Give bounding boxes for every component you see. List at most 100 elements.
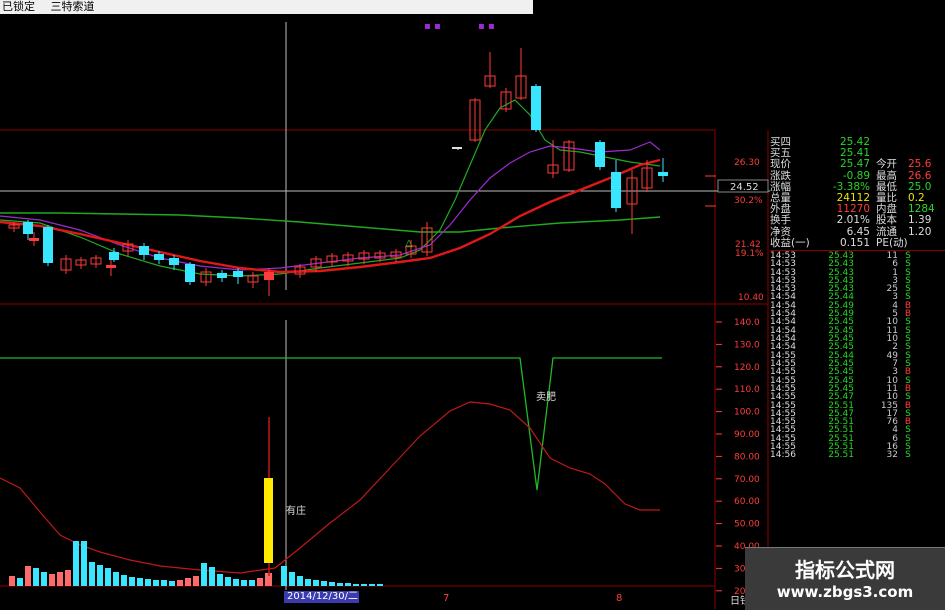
quote-value: 1284 [908, 204, 934, 216]
quote-value [908, 238, 934, 249]
indicator-axis-label: 60.00 [734, 497, 760, 507]
indicator-signal-line [0, 357, 662, 491]
candle [247, 272, 259, 288]
quote-row: 换手 2.01% 股本 1.39 [770, 215, 945, 226]
indicator-red-line [0, 401, 660, 574]
tick-row: 14:55 25.45 10 S [770, 376, 945, 385]
quote-value: 25.0 [908, 181, 932, 193]
ma-red [0, 158, 661, 274]
quote-label: 净资 [770, 225, 791, 238]
tick-row: 14:55 25.51 16 S [770, 442, 945, 451]
candle [60, 255, 72, 274]
ma-purple [0, 141, 661, 271]
tick-price: 25.51 [828, 450, 854, 461]
candle [531, 84, 541, 132]
indicator-axis-label: 130.0 [734, 340, 760, 350]
candle [23, 220, 33, 240]
tick-side: S [905, 450, 911, 461]
quote-value: 0.2 [908, 192, 925, 204]
tick-row: 14:55 25.47 10 S [770, 393, 945, 402]
indicator-axis-label: 110.0 [734, 385, 760, 395]
tick-row: 14:55 25.51 6 S [770, 434, 945, 443]
price-label: 10.40 [738, 293, 764, 303]
quote-value: 25.47 [839, 158, 870, 171]
sell-annotation: 卖肥 [536, 391, 556, 403]
candlesticks [8, 48, 668, 296]
indicator-axis-label: 70.00 [734, 475, 760, 485]
ma-green-fast [0, 99, 661, 277]
candle [43, 225, 53, 266]
candle [122, 240, 134, 256]
candle [658, 158, 668, 182]
tick-volume: 32 [886, 450, 898, 461]
tick-row: 14:53 25.43 6 S [770, 260, 945, 269]
indicator-axis-label: 50.00 [734, 520, 760, 530]
quote-value: 1.39 [908, 215, 932, 227]
quote-value: 25.6 [908, 159, 932, 171]
candle [452, 147, 462, 150]
volume-bars [9, 541, 383, 586]
arrow-marker: △ [405, 238, 413, 249]
quote-row: 现价 25.47 今开 25.6 [770, 159, 945, 170]
watermark: 指标公式网 www.zbgs3.com [745, 547, 945, 610]
price-label: 26.30 [734, 158, 760, 168]
indicator-axis-label: 120.0 [734, 363, 760, 373]
tick-row: 14:55 25.45 11 B [770, 384, 945, 393]
quote-value: 26.6 [908, 170, 932, 182]
quote-label: 流通 [876, 225, 897, 238]
tick-time: 14:56 [770, 450, 796, 461]
pct-label: 30.2% [734, 196, 763, 206]
candle [75, 257, 87, 269]
signal-bar-yellow [264, 478, 273, 563]
tick-row: 14:55 25.44 49 S [770, 351, 945, 360]
locked-label[interactable]: 已锁定 [2, 0, 35, 13]
quote-label: 现价 [770, 158, 791, 171]
date-readout: 2014/12/30/二 [284, 591, 359, 603]
purple-marker: ▪ ▪ [424, 21, 441, 32]
tick-row: 14:54 25.45 11 S [770, 326, 945, 335]
pct-label: 19.1% [735, 249, 764, 259]
candle [484, 52, 496, 88]
candle [29, 232, 39, 246]
tick-row: 14:55 25.45 3 B [770, 368, 945, 377]
bottom-mark: 7 [443, 593, 449, 604]
tick-row: 14:53 25.43 3 S [770, 276, 945, 285]
watermark-url: www.zbgs3.com [776, 583, 914, 601]
candle [326, 253, 338, 267]
tick-row: 14:55 25.51 135 B [770, 401, 945, 410]
tick-row: 14:55 25.51 4 S [770, 426, 945, 435]
quote-row: 收益(一) 0.151 PE(动) [770, 236, 945, 249]
quote-value: 6.45 [846, 225, 870, 238]
candle [264, 268, 274, 296]
tick-row: 14:54 25.45 10 S [770, 334, 945, 343]
tick-row: 14:54 25.45 10 S [770, 318, 945, 327]
candle [217, 270, 227, 282]
indicator-axis-label: 80.00 [734, 452, 760, 462]
tick-row: 14:56 25.51 32 S [770, 450, 945, 461]
candle [139, 243, 149, 260]
candle [563, 140, 575, 172]
quote-label: PE(动) [876, 236, 908, 249]
candle [90, 255, 102, 268]
tick-row: 14:53 25.43 11 S [770, 251, 945, 260]
feature-label[interactable]: 三特索道 [51, 0, 95, 13]
title-bar: 已锁定 三特索道 [0, 0, 533, 14]
tick-row: 14:54 25.49 4 B [770, 301, 945, 310]
current-price-label: 24.52 [730, 182, 759, 193]
tick-row: 14:54 25.45 2 S [770, 343, 945, 352]
quote-row: 净资 6.45 流通 1.20 [770, 225, 945, 238]
candle [185, 262, 195, 285]
tick-row: 14:54 25.44 3 S [770, 293, 945, 302]
tick-row: 14:55 25.47 17 S [770, 409, 945, 418]
tick-row: 14:53 25.43 1 S [770, 268, 945, 277]
purple-marker: ▪ ▪ [478, 21, 495, 32]
candle [500, 88, 512, 112]
quote-label: 换手 [770, 214, 791, 227]
watermark-title: 指标公式网 [795, 558, 895, 582]
quote-value: 1.20 [908, 226, 932, 238]
buy-annotation: 有庄 [286, 504, 306, 517]
candle [626, 170, 638, 234]
quote-label: 股本 [876, 214, 897, 227]
tick-row: 14:53 25.43 25 S [770, 284, 945, 293]
bottom-mark: 8 [616, 593, 622, 604]
